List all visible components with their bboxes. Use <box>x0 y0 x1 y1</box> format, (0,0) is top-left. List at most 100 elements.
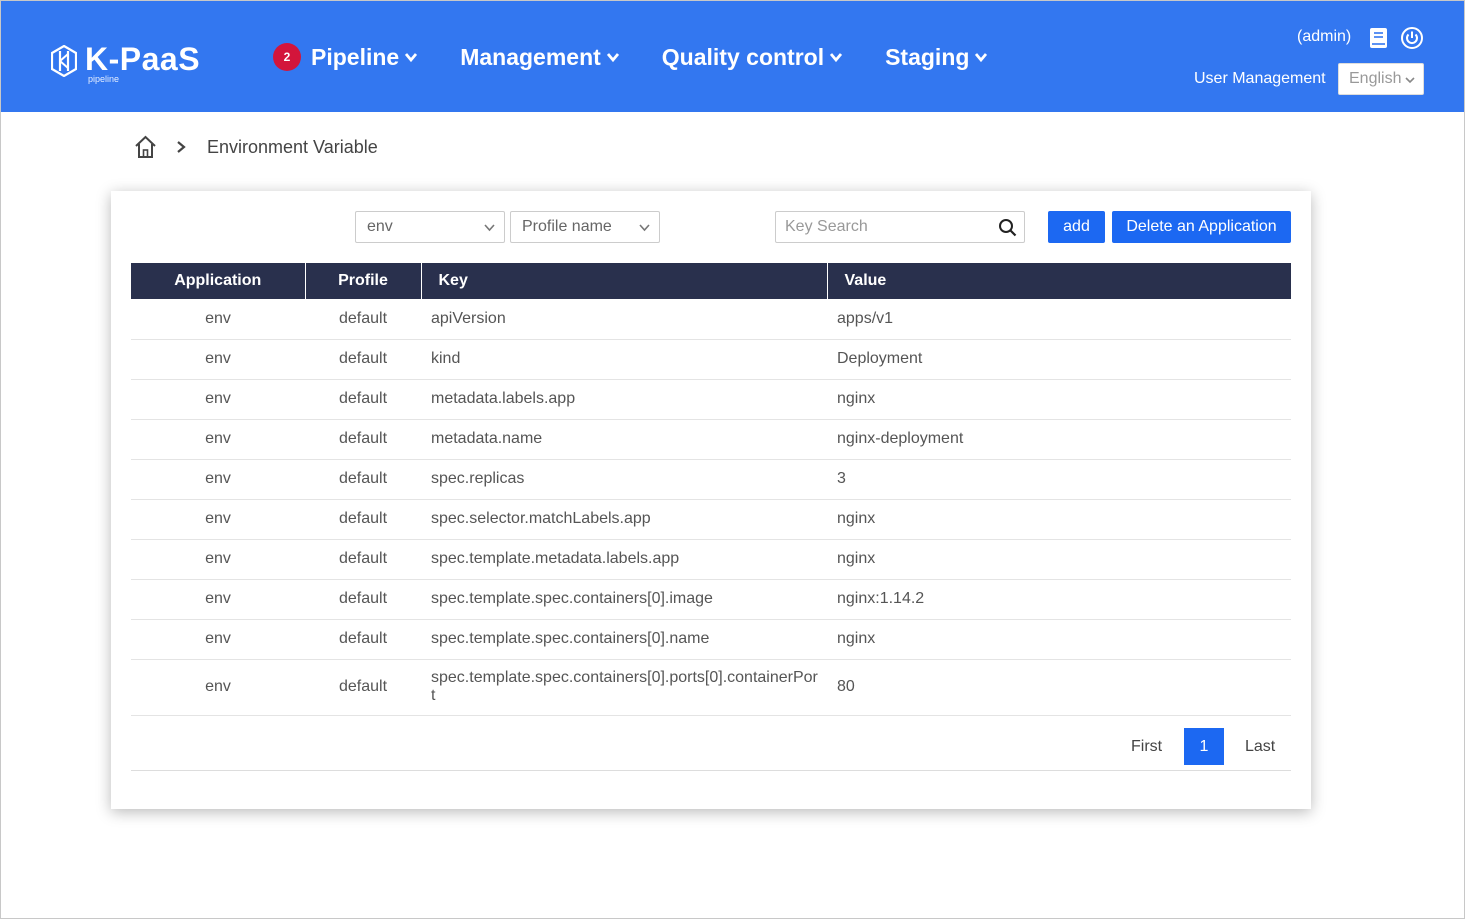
chevron-down-icon <box>975 53 988 63</box>
nav-pipeline[interactable]: 2 Pipeline <box>273 39 418 75</box>
chevron-down-icon <box>484 224 495 232</box>
key-search-input[interactable]: Key Search <box>775 211 1025 243</box>
table-row[interactable]: env default metadata.labels.app nginx <box>131 379 1291 420</box>
table-header-row: Application Profile Key Value <box>131 263 1291 299</box>
top-header: K-PaaS pipeline 2 Pipeline Management Qu… <box>1 1 1464 112</box>
cell-key: spec.selector.matchLabels.app <box>421 499 827 540</box>
cell-application: env <box>131 379 305 420</box>
chevron-down-icon <box>1405 77 1415 84</box>
chevron-right-icon <box>177 141 186 153</box>
column-header-profile: Profile <box>304 263 421 299</box>
page-title: Environment Variable <box>207 136 378 157</box>
cell-application: env <box>131 539 305 580</box>
cell-application: env <box>131 419 305 460</box>
book-icon[interactable] <box>1367 26 1391 50</box>
pagination-first[interactable]: First <box>1131 728 1162 765</box>
chevron-down-icon <box>606 53 619 63</box>
cell-key: spec.template.spec.containers[0].name <box>421 619 827 660</box>
cell-key: metadata.name <box>421 419 827 460</box>
home-icon[interactable] <box>134 135 157 159</box>
current-user: (admin) <box>1297 28 1352 45</box>
table-row[interactable]: env default spec.selector.matchLabels.ap… <box>131 499 1291 540</box>
chevron-down-icon <box>405 53 418 63</box>
cell-value: nginx-deployment <box>827 419 1291 460</box>
cell-application: env <box>131 619 305 660</box>
delete-application-button[interactable]: Delete an Application <box>1112 211 1291 243</box>
cell-key: spec.template.spec.containers[0].ports[0… <box>421 659 827 716</box>
nav-management[interactable]: Management <box>460 39 620 75</box>
application-select-value: env <box>367 218 393 235</box>
cell-value: nginx <box>827 379 1291 420</box>
pagination-last[interactable]: Last <box>1245 728 1275 765</box>
main-nav: 2 Pipeline Management Quality control St… <box>273 39 1030 75</box>
cell-profile: default <box>305 379 421 420</box>
cell-profile: default <box>305 539 421 580</box>
cell-profile: default <box>305 459 421 500</box>
cell-profile: default <box>305 579 421 620</box>
language-select[interactable]: English <box>1338 63 1424 95</box>
cell-profile: default <box>305 499 421 540</box>
table-row[interactable]: env default spec.template.spec.container… <box>131 659 1291 716</box>
profile-select[interactable]: Profile name <box>510 211 660 243</box>
chevron-down-icon <box>830 53 843 63</box>
cell-value: nginx <box>827 499 1291 540</box>
cell-application: env <box>131 299 305 340</box>
pagination-divider <box>131 770 1291 771</box>
table-row[interactable]: env default spec.template.spec.container… <box>131 579 1291 620</box>
cell-key: spec.replicas <box>421 459 827 500</box>
search-icon[interactable] <box>998 218 1017 237</box>
cell-application: env <box>131 579 305 620</box>
cell-application: env <box>131 659 305 716</box>
column-header-key: Key <box>420 263 827 299</box>
nav-quality-control-label: Quality control <box>661 43 825 70</box>
key-search-placeholder: Key Search <box>785 218 868 235</box>
pagination-page-1[interactable]: 1 <box>1184 728 1224 765</box>
cell-value: 3 <box>827 459 1291 500</box>
power-icon[interactable] <box>1400 26 1424 50</box>
table-row[interactable]: env default spec.template.metadata.label… <box>131 539 1291 580</box>
cell-value: nginx:1.14.2 <box>827 579 1291 620</box>
user-management-link[interactable]: User Management <box>1194 70 1326 88</box>
cell-application: env <box>131 339 305 380</box>
cell-key: spec.template.spec.containers[0].image <box>421 579 827 620</box>
cell-profile: default <box>305 419 421 460</box>
column-header-value: Value <box>826 263 1291 299</box>
table-row[interactable]: env default spec.template.spec.container… <box>131 619 1291 660</box>
nav-staging[interactable]: Staging <box>885 39 988 75</box>
cell-profile: default <box>305 299 421 340</box>
nav-quality-control[interactable]: Quality control <box>662 39 843 75</box>
table-row[interactable]: env default kind Deployment <box>131 339 1291 380</box>
add-button[interactable]: add <box>1048 211 1105 243</box>
cell-key: spec.template.metadata.labels.app <box>421 539 827 580</box>
cell-key: kind <box>421 339 827 380</box>
cell-profile: default <box>305 659 421 716</box>
language-value: English <box>1349 70 1402 87</box>
kpaas-logo-icon <box>51 45 77 77</box>
cell-application: env <box>131 499 305 540</box>
logo-subtitle: pipeline <box>88 74 120 84</box>
breadcrumb: Environment Variable <box>134 135 378 159</box>
table-row[interactable]: env default spec.replicas 3 <box>131 459 1291 500</box>
logo[interactable]: K-PaaS pipeline <box>51 41 201 84</box>
content-card: env Profile name Key Search add Delete a… <box>111 191 1311 809</box>
cell-application: env <box>131 459 305 500</box>
env-variable-table: Application Profile Key Value env defaul… <box>131 263 1291 716</box>
logo-text: K-PaaS <box>85 41 201 77</box>
cell-profile: default <box>305 339 421 380</box>
table-row[interactable]: env default apiVersion apps/v1 <box>131 299 1291 340</box>
notification-badge: 2 <box>273 43 301 71</box>
application-select[interactable]: env <box>355 211 505 243</box>
column-header-application: Application <box>131 263 305 299</box>
cell-value: Deployment <box>827 339 1291 380</box>
cell-value: apps/v1 <box>827 299 1291 340</box>
table-row[interactable]: env default metadata.name nginx-deployme… <box>131 419 1291 460</box>
cell-key: apiVersion <box>421 299 827 340</box>
cell-key: metadata.labels.app <box>421 379 827 420</box>
cell-profile: default <box>305 619 421 660</box>
profile-select-value: Profile name <box>522 218 612 235</box>
nav-staging-label: Staging <box>885 43 970 70</box>
nav-management-label: Management <box>460 43 601 70</box>
chevron-down-icon <box>639 224 650 232</box>
nav-pipeline-label: Pipeline <box>311 43 400 70</box>
cell-value: nginx <box>827 619 1291 660</box>
